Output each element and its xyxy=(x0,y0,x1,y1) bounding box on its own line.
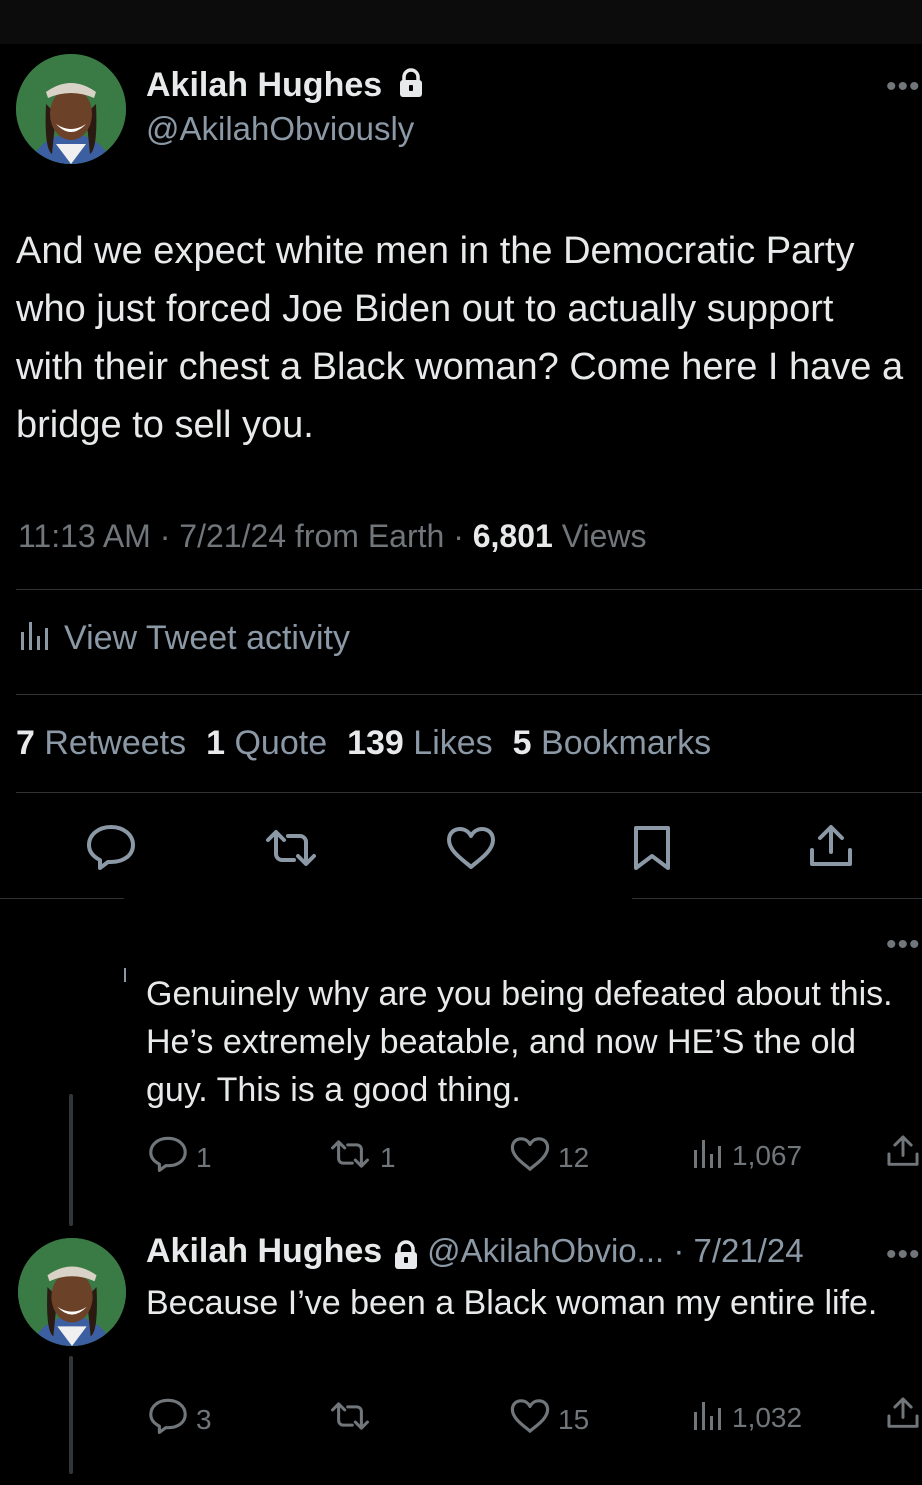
share-icon[interactable] xyxy=(808,824,854,873)
heart-icon[interactable] xyxy=(446,826,496,875)
more-icon[interactable]: ••• xyxy=(886,72,921,102)
divider xyxy=(632,898,922,899)
author-name[interactable]: Akilah Hughes xyxy=(146,1232,382,1270)
reply-marker xyxy=(124,968,126,982)
thread-line xyxy=(69,1356,73,1474)
engagement-stats: 7 Retweets 1 Quote 139 Likes 5 Bookmarks xyxy=(16,724,711,763)
reply-count: 3 xyxy=(196,1403,212,1435)
quotes-stat[interactable]: 1 Quote xyxy=(206,724,327,763)
retweet-icon[interactable] xyxy=(262,828,320,873)
reply-action[interactable]: 1 xyxy=(148,1136,212,1179)
activity-label: View Tweet activity xyxy=(64,619,350,657)
lock-icon xyxy=(393,1240,419,1275)
lock-icon xyxy=(398,67,424,107)
reply-icon xyxy=(148,1136,188,1179)
retweet-action[interactable] xyxy=(328,1400,372,1439)
views-action[interactable]: 1,032 xyxy=(692,1398,802,1437)
share-icon[interactable] xyxy=(886,1134,920,1168)
reply-count: 1 xyxy=(196,1141,212,1173)
reply-text: Genuinely why are you being defeated abo… xyxy=(146,975,893,1109)
reply-date[interactable]: 7/21/24 xyxy=(694,1232,804,1269)
tweet-date[interactable]: 7/21/24 xyxy=(179,518,286,554)
analytics-icon xyxy=(692,1398,724,1437)
bookmark-icon[interactable] xyxy=(632,824,672,877)
retweet-action[interactable]: 1 xyxy=(328,1138,396,1177)
bookmarks-stat[interactable]: 5 Bookmarks xyxy=(513,724,711,763)
author-avatar[interactable] xyxy=(18,1238,126,1346)
views-action[interactable]: 1,067 xyxy=(692,1136,802,1175)
reply-text: Because I’ve been a Black woman my entir… xyxy=(146,1284,878,1322)
divider xyxy=(16,589,922,590)
top-bar xyxy=(0,0,922,44)
author-avatar[interactable] xyxy=(16,54,126,164)
author-name[interactable]: Akilah Hughes xyxy=(146,66,424,107)
tweet-source: from Earth xyxy=(294,518,445,554)
like-count: 15 xyxy=(558,1403,590,1435)
divider xyxy=(16,792,922,793)
analytics-icon xyxy=(20,618,50,659)
divider xyxy=(16,694,922,695)
like-action[interactable]: 12 xyxy=(510,1136,589,1179)
retweet-icon xyxy=(328,1138,372,1177)
tweet-text: And we expect white men in the Democrati… xyxy=(16,230,904,446)
tweet-meta: 11:13 AM · 7/21/24 from Earth · 6,801 Vi… xyxy=(18,518,647,554)
more-icon[interactable]: ••• xyxy=(886,1240,921,1270)
thread-line xyxy=(69,1094,73,1226)
view-tweet-activity[interactable]: View Tweet activity xyxy=(20,618,350,659)
reply-header: Akilah Hughes @AkilahObvio... · 7/21/24 xyxy=(146,1232,804,1275)
like-count: 12 xyxy=(558,1141,590,1173)
analytics-icon xyxy=(692,1136,724,1175)
more-icon[interactable]: ••• xyxy=(886,930,921,960)
retweets-stat[interactable]: 7 Retweets xyxy=(16,724,186,763)
author-handle[interactable]: @AkilahObviously xyxy=(146,110,414,148)
tweet-time[interactable]: 11:13 AM xyxy=(18,518,151,554)
views-count: 6,801 xyxy=(472,518,553,554)
likes-stat[interactable]: 139 Likes xyxy=(347,724,493,763)
views-count: 1,067 xyxy=(732,1139,803,1171)
reply-icon xyxy=(148,1398,188,1441)
views-label: Views xyxy=(561,518,647,554)
retweet-icon xyxy=(328,1400,372,1439)
like-action[interactable]: 15 xyxy=(510,1398,589,1441)
heart-icon xyxy=(510,1136,550,1179)
reply-icon[interactable] xyxy=(86,824,136,875)
views-count: 1,032 xyxy=(732,1401,803,1433)
divider xyxy=(0,898,124,899)
author-handle[interactable]: @AkilahObvio... xyxy=(427,1232,664,1269)
reply-action[interactable]: 3 xyxy=(148,1398,212,1441)
heart-icon xyxy=(510,1398,550,1441)
share-icon[interactable] xyxy=(886,1396,920,1430)
retweet-count: 1 xyxy=(380,1141,396,1173)
